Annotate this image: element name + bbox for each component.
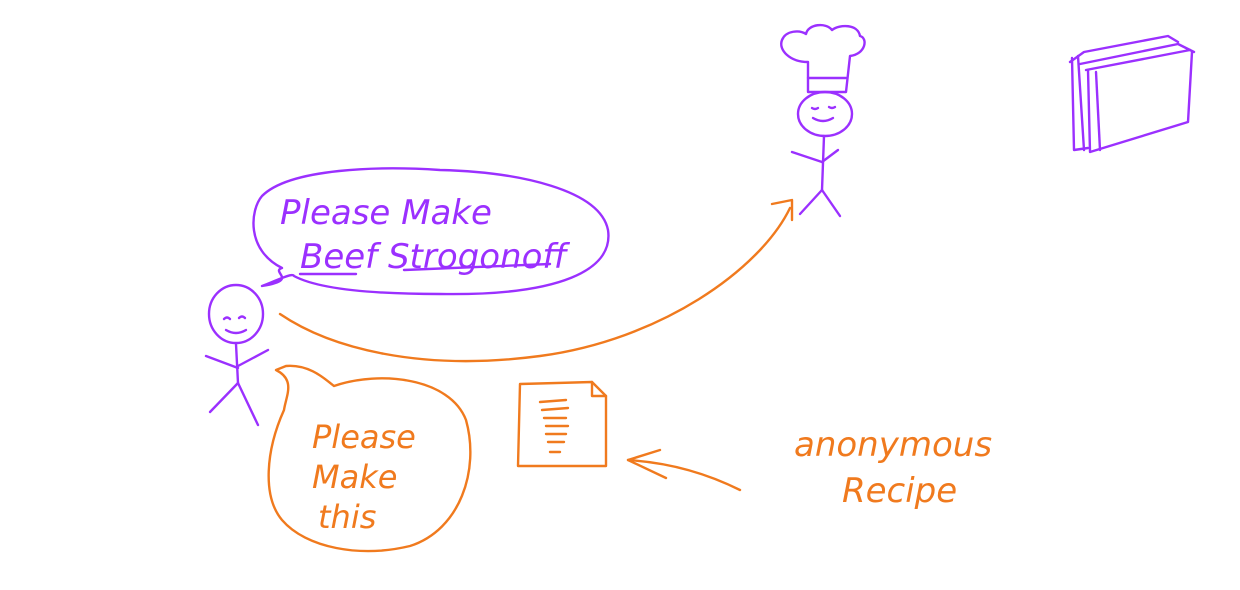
chef-figure-icon <box>780 23 866 218</box>
order-line-1: Please Make <box>280 193 492 233</box>
recipe-speech-bubble: Please Make this <box>267 364 472 553</box>
anonymous-label-line-2: Recipe <box>842 471 957 511</box>
sketch-canvas: Please Make Beef Strogonoff Please Make … <box>204 23 1196 553</box>
recipe-request-line-2: Make <box>312 458 397 496</box>
order-line-2: Beef Strogonoff <box>300 237 570 277</box>
anonymous-recipe-label: anonymous Recipe <box>794 425 992 511</box>
book-icon <box>1068 34 1196 154</box>
recipe-request-line-3: this <box>318 498 376 536</box>
order-speech-bubble: Please Make Beef Strogonoff <box>252 167 610 296</box>
anonymous-label-line-1: anonymous <box>794 425 992 465</box>
customer-figure-icon <box>204 283 270 427</box>
recipe-request-line-1: Please <box>312 418 416 456</box>
anonymous-arrow <box>626 448 742 492</box>
recipe-document-icon <box>516 380 608 468</box>
